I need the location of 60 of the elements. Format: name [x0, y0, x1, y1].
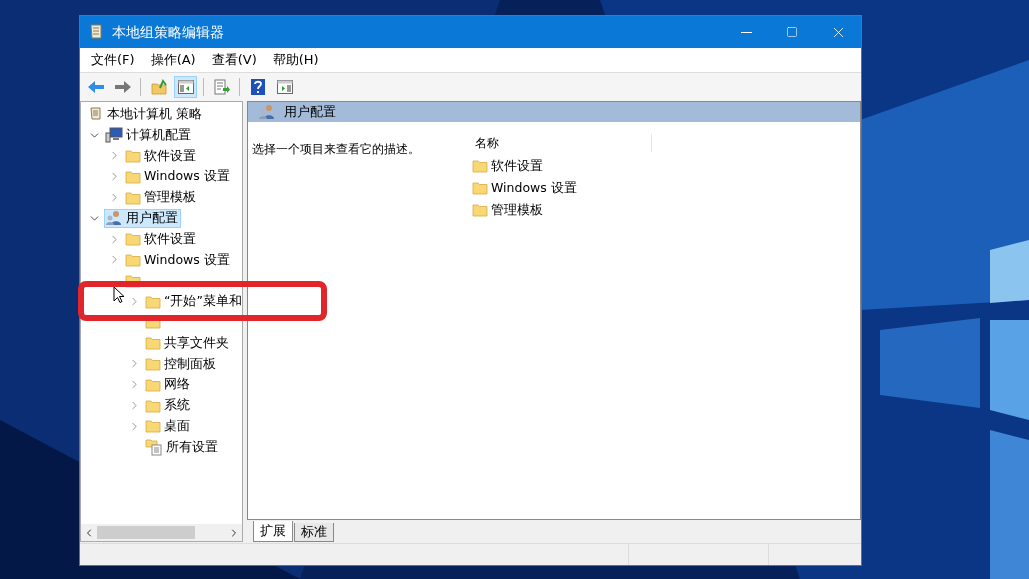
tree-item[interactable]: 共享文件夹: [164, 333, 229, 353]
folder-icon: [145, 398, 161, 413]
folder-icon: [472, 159, 488, 173]
minimize-icon: [740, 31, 752, 33]
tree-item[interactable]: 管理模板: [144, 188, 196, 207]
folder-icon: [125, 149, 141, 163]
tree-item[interactable]: “开始”菜单和: [164, 292, 242, 311]
tree-item[interactable]: 计算机配置: [126, 125, 191, 145]
scroll-icon: [88, 106, 104, 123]
export-list-icon: [213, 79, 230, 95]
scrollbar-thumb[interactable]: [97, 526, 195, 539]
tree-item[interactable]: 软件设置: [144, 229, 196, 249]
tree-item[interactable]: 软件设置: [144, 146, 196, 166]
tree-item[interactable]: 系统: [164, 396, 190, 415]
back-arrow-icon: [86, 80, 105, 94]
column-header[interactable]: 名称: [466, 134, 652, 152]
folder-icon: [145, 377, 161, 392]
folder-icon: [472, 203, 488, 217]
folder-icon: [145, 336, 161, 351]
tree-item[interactable]: Windows 设置: [144, 250, 230, 270]
computer-icon: [105, 127, 123, 144]
list-item[interactable]: 软件设置: [491, 156, 543, 176]
tab[interactable]: 标准: [294, 523, 334, 542]
action-pane-icon: [276, 80, 293, 94]
tree-item[interactable]: 本地计算机 策略: [107, 105, 202, 124]
folder-icon: [145, 356, 161, 371]
list-item[interactable]: Windows 设置: [491, 178, 577, 198]
tree-item[interactable]: Windows 设置: [144, 167, 230, 187]
pane-header-title: 用户配置: [284, 103, 336, 122]
tab[interactable]: 扩展: [253, 521, 293, 542]
users-icon: [258, 104, 276, 120]
folder-icon: [125, 190, 141, 205]
settings-list-icon: [145, 438, 163, 457]
users-icon: [105, 210, 123, 227]
window-title: 本地组策略编辑器: [112, 22, 224, 42]
scroll-icon: [88, 23, 104, 41]
menu-item[interactable]: 查看(V): [203, 50, 265, 70]
folder-icon: [125, 169, 141, 184]
help-icon: [250, 79, 265, 95]
description-text: 选择一个项目来查看它的描述。: [252, 142, 420, 156]
toolbar-button[interactable]: [174, 76, 197, 98]
maximize-icon: [786, 26, 798, 38]
mouse-cursor-icon: [113, 286, 125, 304]
tree-pane-icon: [177, 80, 194, 94]
list-item[interactable]: 管理模板: [491, 200, 543, 220]
tree-item[interactable]: 所有设置: [166, 437, 218, 457]
folder-icon: [125, 232, 141, 247]
menu-item[interactable]: 帮助(H): [264, 50, 327, 70]
folder-icon: [472, 181, 488, 195]
forward-arrow-icon: [113, 80, 132, 94]
folder-icon: [145, 294, 161, 309]
tree-item[interactable]: 网络: [164, 375, 190, 395]
folder-icon: [125, 252, 141, 267]
horizontal-scrollbar[interactable]: [81, 524, 242, 541]
folder-up-icon: [150, 79, 167, 95]
tree-item[interactable]: 控制面板: [164, 354, 216, 374]
tree-item[interactable]: 桌面: [164, 416, 190, 436]
menu-item[interactable]: 操作(A): [142, 50, 204, 70]
folder-icon: [145, 419, 161, 434]
menu-item[interactable]: 文件(F): [83, 50, 143, 70]
